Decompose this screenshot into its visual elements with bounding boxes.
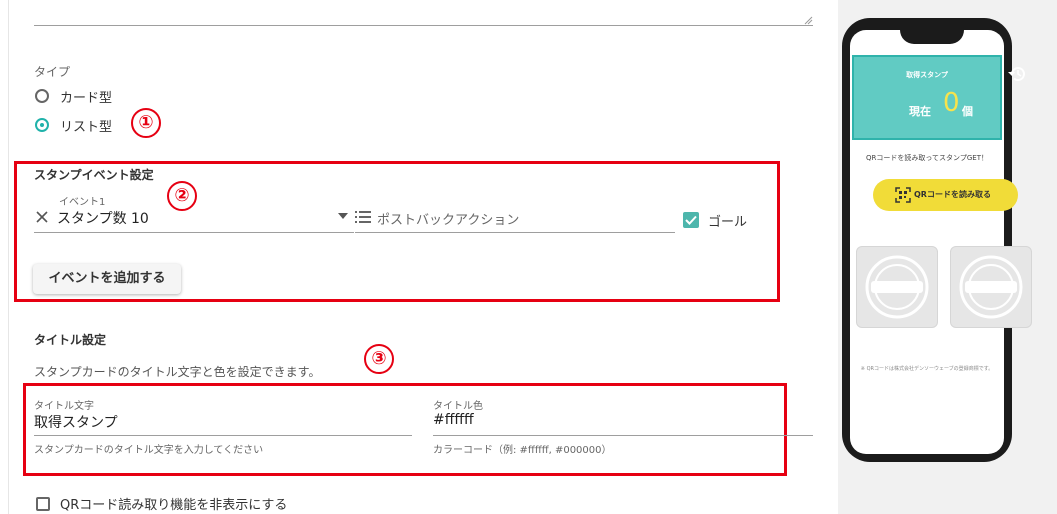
title-color-underline — [433, 435, 813, 436]
stamp-placeholder-icon — [865, 255, 929, 319]
stamp-card-header — [852, 55, 1002, 140]
postback-action-underline — [355, 232, 675, 233]
radio-card-label: カード型 — [60, 91, 113, 106]
stamp-slot-1 — [856, 246, 938, 328]
preview-count-value: 0 — [943, 88, 960, 118]
close-icon[interactable] — [36, 211, 48, 223]
preview-count-suffix: 個 — [962, 105, 973, 118]
annotation-marker-3: ③ — [364, 344, 394, 374]
annotation-marker-2: ② — [167, 181, 197, 211]
title-color-helper: カラーコード（例: #ffffff, #000000） — [433, 445, 612, 456]
preview-instruction: QRコードを読み取ってスタンプGET！ — [866, 154, 988, 162]
preview-header-title: 取得スタンプ — [906, 71, 948, 79]
radio-unchecked-icon[interactable] — [35, 89, 49, 103]
title-settings-heading: タイトル設定 — [34, 333, 107, 347]
left-border — [8, 0, 9, 514]
qr-code-icon — [895, 187, 911, 203]
stamp-event-heading: スタンプイベント設定 — [34, 168, 154, 182]
highlight-box-title-settings — [23, 383, 787, 476]
type-label: タイプ — [34, 65, 71, 79]
preview-qr-button-label: QRコードを読み取る — [914, 190, 991, 199]
stamp-placeholder-icon — [959, 255, 1023, 319]
phone-notch — [900, 18, 964, 44]
title-text-input[interactable]: 取得スタンプ — [34, 412, 118, 432]
preview-footnote: ※ QRコードは株式会社デンソーウェーブの登録商標です。 — [860, 366, 994, 372]
radio-checked-icon[interactable] — [35, 118, 49, 132]
preview-qr-button[interactable]: QRコードを読み取る — [873, 179, 1018, 211]
title-color-input[interactable]: #ffffff — [433, 412, 474, 428]
description-textarea[interactable] — [34, 25, 813, 26]
goal-label: ゴール — [708, 215, 748, 230]
list-icon — [355, 211, 371, 223]
qr-hide-checkbox[interactable] — [36, 497, 50, 511]
event-select-underline — [34, 232, 354, 233]
title-text-underline — [34, 435, 412, 436]
preview-count-prefix: 現在 — [909, 105, 931, 118]
event-field-label: イベント1 — [59, 197, 106, 208]
add-event-button[interactable]: イベントを追加する — [33, 264, 181, 294]
qr-hide-label: QRコード読み取り機能を非表示にする — [60, 498, 288, 513]
title-settings-description: スタンプカードのタイトル文字と色を設定できます。 — [34, 365, 321, 379]
title-text-helper: スタンプカードのタイトル文字を入力してください — [34, 445, 264, 456]
history-icon[interactable] — [1006, 65, 1026, 83]
radio-list-label: リスト型 — [60, 120, 113, 135]
title-text-label: タイトル文字 — [34, 401, 94, 412]
goal-checkbox[interactable] — [683, 212, 699, 228]
title-color-label: タイトル色 — [433, 401, 483, 412]
event-select-value[interactable]: スタンプ数 10 — [57, 208, 149, 228]
resize-grip-icon[interactable] — [803, 15, 813, 25]
check-icon — [685, 215, 697, 225]
annotation-marker-1: ① — [131, 108, 161, 138]
postback-action-input[interactable]: ポストバックアクション — [377, 209, 519, 228]
stamp-slot-2 — [950, 246, 1032, 328]
chevron-down-icon[interactable] — [338, 213, 348, 219]
